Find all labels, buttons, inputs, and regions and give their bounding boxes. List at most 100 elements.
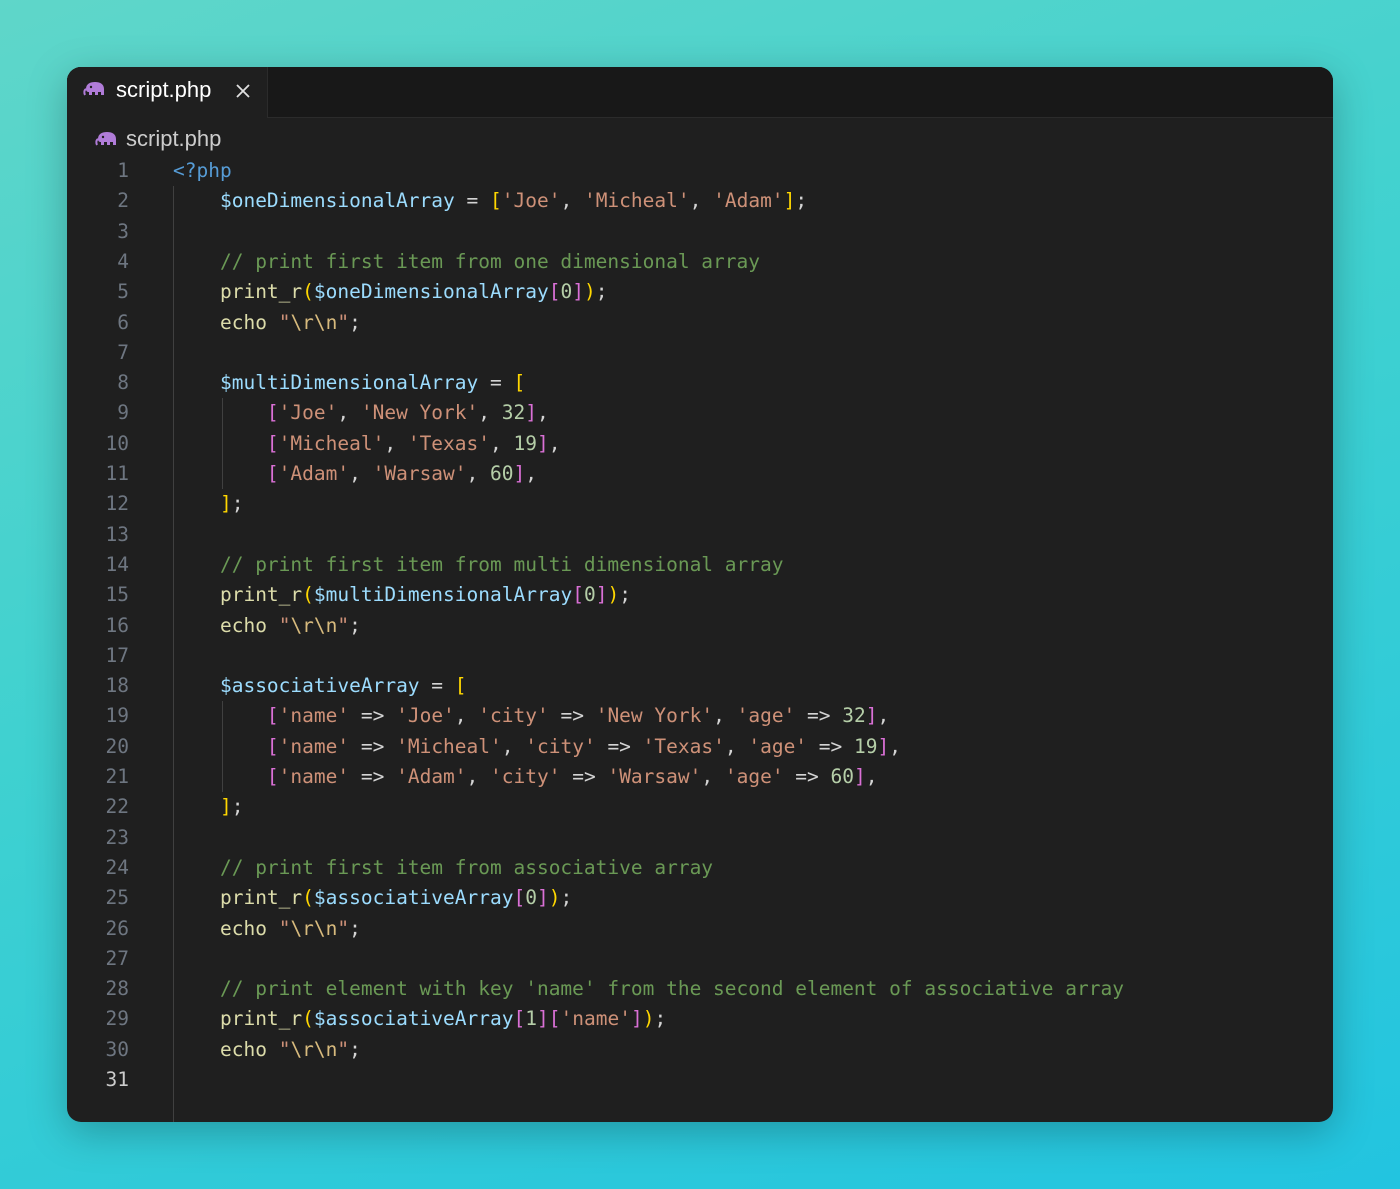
code-line[interactable]: 16 echo "\r\n";: [67, 611, 1333, 641]
code-token: 0: [525, 886, 537, 910]
code-line[interactable]: 28 // print element with key 'name' from…: [67, 974, 1333, 1004]
code-token: 'Joe': [278, 401, 338, 425]
code-token: 'Adam': [713, 189, 784, 213]
code-token: ]: [877, 734, 890, 758]
code-line[interactable]: 9 ['Joe', 'New York', 32],: [67, 398, 1333, 428]
code-token: ): [548, 886, 561, 910]
code-token: ;: [349, 613, 361, 637]
code-token: ]: [854, 765, 866, 788]
line-number: 8: [117, 371, 129, 395]
code-line[interactable]: 20 ['name' => 'Micheal', 'city' => 'Texa…: [67, 732, 1333, 762]
code-token: ,: [490, 431, 514, 455]
line-number: 7: [117, 340, 129, 364]
line-number: 17: [105, 643, 129, 667]
code-line[interactable]: 27: [67, 944, 1333, 974]
code-line[interactable]: 2 $oneDimensionalArray = ['Joe', 'Michea…: [67, 186, 1333, 216]
code-token: [: [513, 371, 526, 395]
code-line[interactable]: 24 // print first item from associative …: [67, 853, 1333, 883]
code-token: 'name': [278, 765, 350, 788]
code-token: =>: [548, 704, 596, 728]
code-line[interactable]: 14 // print first item from multi dimens…: [67, 550, 1333, 580]
code-line[interactable]: 31: [67, 1065, 1333, 1095]
code-token: print_r: [219, 886, 303, 910]
code-token: ): [583, 280, 596, 304]
code-token: // print first item from associative arr…: [219, 855, 714, 879]
code-token: =>: [795, 704, 843, 728]
code-token: $oneDimensionalArray: [313, 280, 549, 304]
code-token: 'name': [278, 734, 350, 758]
code-token: ,: [689, 189, 714, 213]
code-token: =>: [807, 734, 855, 758]
code-line[interactable]: 4 // print first item from one dimension…: [67, 247, 1333, 277]
code-text: print_r($associativeArray[0]);: [173, 883, 572, 913]
code-token: ,: [349, 462, 373, 485]
code-line[interactable]: 7: [67, 338, 1333, 368]
code-token: 'name': [560, 1007, 631, 1031]
code-line[interactable]: 10 ['Micheal', 'Texas', 19],: [67, 429, 1333, 459]
code-line[interactable]: 8 $multiDimensionalArray = [: [67, 368, 1333, 398]
close-icon[interactable]: [233, 81, 253, 101]
code-token: 'Joe': [501, 189, 561, 213]
tab-script-php[interactable]: script.php: [67, 67, 268, 118]
code-text: // print first item from associative arr…: [173, 853, 713, 883]
code-token: [: [454, 674, 467, 698]
code-line[interactable]: 26 echo "\r\n";: [67, 914, 1333, 944]
code-line[interactable]: 11 ['Adam', 'Warsaw', 60],: [67, 459, 1333, 489]
code-line[interactable]: 19 ['name' => 'Joe', 'city' => 'New York…: [67, 701, 1333, 731]
code-line[interactable]: 22 ];: [67, 792, 1333, 822]
code-line[interactable]: 23: [67, 823, 1333, 853]
code-token: ]: [572, 280, 584, 304]
line-number: 31: [105, 1068, 129, 1091]
code-token: 'Micheal': [583, 189, 690, 213]
code-line[interactable]: 15 print_r($multiDimensionalArray[0]);: [67, 580, 1333, 610]
code-line[interactable]: 6 echo "\r\n";: [67, 308, 1333, 338]
code-text: // print first item from one dimensional…: [173, 247, 760, 277]
code-token: [: [490, 189, 502, 213]
code-token: 32: [501, 401, 526, 425]
code-token: =>: [595, 734, 643, 758]
code-line[interactable]: 3: [67, 217, 1333, 247]
code-token: 'age': [736, 704, 796, 728]
code-token: ,: [548, 431, 561, 455]
code-token: ": [337, 613, 350, 637]
code-line[interactable]: 12 ];: [67, 489, 1333, 519]
code-token: ,: [560, 189, 584, 213]
line-number: 30: [105, 1037, 129, 1061]
code-token: echo: [219, 916, 267, 940]
code-token: 'New York': [360, 401, 479, 425]
code-token: ;: [231, 492, 244, 516]
code-token: 'Micheal': [278, 431, 385, 455]
code-line[interactable]: 1 <?php: [67, 156, 1333, 186]
code-line[interactable]: 30 echo "\r\n";: [67, 1035, 1333, 1065]
code-line[interactable]: 25 print_r($associativeArray[0]);: [67, 883, 1333, 913]
code-token: ]: [219, 492, 232, 516]
code-token: ;: [654, 1007, 667, 1031]
code-token: [: [266, 431, 279, 455]
code-token: [: [548, 280, 561, 304]
code-token: ": [337, 310, 350, 334]
code-line[interactable]: 17: [67, 641, 1333, 671]
code-token: [: [572, 583, 584, 607]
code-line[interactable]: 13: [67, 520, 1333, 550]
code-line[interactable]: 29 print_r($associativeArray[1]['name'])…: [67, 1004, 1333, 1034]
code-token: print_r: [219, 583, 303, 607]
code-text: // print first item from multi dimension…: [173, 550, 784, 580]
code-line[interactable]: 21 ['name' => 'Adam', 'city' => 'Warsaw'…: [67, 762, 1333, 792]
breadcrumb[interactable]: script.php: [95, 124, 495, 154]
code-line[interactable]: 18 $associativeArray = [: [67, 671, 1333, 701]
editor-window: script.php script.php 1 <?php 2 $oneDimens…: [67, 67, 1333, 1122]
code-token: $multiDimensionalArray: [219, 371, 479, 395]
code-token: ]: [783, 189, 796, 213]
code-token: ,: [536, 401, 549, 425]
code-token: echo: [219, 310, 267, 334]
code-line[interactable]: 5 print_r($oneDimensionalArray[0]);: [67, 277, 1333, 307]
